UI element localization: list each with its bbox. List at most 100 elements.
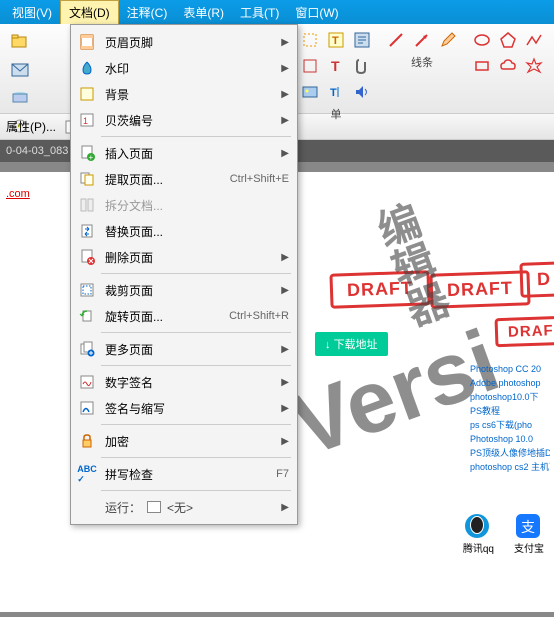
svg-text:1: 1 bbox=[83, 116, 88, 126]
chevron-right-icon: ▶ bbox=[281, 252, 289, 263]
svg-text:支: 支 bbox=[521, 519, 535, 535]
draft-stamp: DRAFT bbox=[329, 270, 430, 308]
note-icon[interactable] bbox=[350, 28, 374, 52]
page-link[interactable]: .com bbox=[6, 188, 30, 200]
menu-header-footer[interactable]: 页眉页脚▶ bbox=[71, 29, 297, 55]
sidebar-link-list: Photoshop CC 20 Adobe photoshop photosho… bbox=[470, 362, 550, 474]
tool-group-lines: 线条 bbox=[380, 28, 464, 109]
list-item[interactable]: ps cs6下载(pho bbox=[470, 418, 550, 432]
list-item[interactable]: Photoshop CC 20 bbox=[470, 362, 550, 376]
chevron-right-icon: ▶ bbox=[281, 37, 289, 48]
chevron-right-icon: ▶ bbox=[281, 285, 289, 296]
rect-icon[interactable] bbox=[470, 54, 494, 78]
extract-page-icon bbox=[77, 169, 97, 189]
group-label-lines: 线条 bbox=[411, 54, 433, 70]
background-icon bbox=[77, 84, 97, 104]
svg-text:T: T bbox=[330, 87, 337, 99]
chevron-right-icon: ▶ bbox=[281, 115, 289, 126]
ellipse-icon[interactable] bbox=[470, 28, 494, 52]
menu-document[interactable]: 文档(D) bbox=[60, 0, 119, 24]
menu-forms[interactable]: 表单(R) bbox=[175, 1, 232, 24]
menu-digital-signature[interactable]: 数字签名▶ bbox=[71, 369, 297, 395]
menu-background[interactable]: 背景▶ bbox=[71, 81, 297, 107]
header-footer-icon bbox=[77, 32, 97, 52]
typewriter-icon[interactable]: T bbox=[324, 80, 348, 104]
app-shortcut-alipay[interactable]: 支 支付宝 bbox=[514, 512, 544, 555]
text-icon[interactable]: T bbox=[324, 54, 348, 78]
more-pages-icon bbox=[77, 339, 97, 359]
group-label-form: 单 bbox=[331, 106, 342, 122]
menu-run-field[interactable]: 运行： <无> ▶ bbox=[71, 494, 297, 520]
list-item[interactable]: photoshop10.0下 bbox=[470, 390, 550, 404]
pencil-icon[interactable] bbox=[436, 28, 460, 52]
menu-sign-initials[interactable]: 签名与缩写▶ bbox=[71, 395, 297, 421]
digital-sign-icon bbox=[77, 372, 97, 392]
spellcheck-icon: ABC✓ bbox=[77, 464, 97, 484]
document-tab[interactable]: 0-04-03_083 bbox=[6, 145, 68, 157]
draft-stamp: D bbox=[519, 261, 554, 298]
watermark-icon bbox=[77, 58, 97, 78]
list-item[interactable]: PS顶级人像修地插DR bbox=[470, 446, 550, 460]
menu-separator bbox=[101, 490, 291, 491]
download-button[interactable]: ↓ 下载地址 bbox=[315, 332, 388, 356]
menu-more-pages[interactable]: 更多页面▶ bbox=[71, 336, 297, 362]
menu-separator bbox=[101, 273, 291, 274]
menu-separator bbox=[101, 332, 291, 333]
open-file-button[interactable] bbox=[6, 30, 34, 54]
chevron-right-icon: ▶ bbox=[281, 403, 289, 414]
chevron-right-icon: ▶ bbox=[281, 344, 289, 355]
draft-stamp: DRAF bbox=[495, 316, 554, 347]
tool-group-edit: T T T 单 bbox=[294, 28, 378, 109]
menu-annotate[interactable]: 注释(C) bbox=[119, 1, 176, 24]
list-item[interactable]: Adobe photoshop bbox=[470, 376, 550, 390]
menu-spellcheck[interactable]: ABC✓拼写检查F7 bbox=[71, 461, 297, 487]
list-item[interactable]: PS教程 bbox=[470, 404, 550, 418]
numbering-icon: 1 bbox=[77, 110, 97, 130]
image-icon[interactable] bbox=[298, 80, 322, 104]
menu-view[interactable]: 视图(V) bbox=[4, 1, 60, 24]
text-edit-icon[interactable]: T bbox=[324, 28, 348, 52]
sound-icon[interactable] bbox=[350, 80, 374, 104]
menu-crop-page[interactable]: 裁剪页面▶ bbox=[71, 277, 297, 303]
cloud-icon[interactable] bbox=[496, 54, 520, 78]
area-icon[interactable] bbox=[298, 54, 322, 78]
app-shortcut-qq[interactable]: 腾讯qq bbox=[463, 512, 494, 555]
list-item[interactable]: Photoshop 10.0 bbox=[470, 432, 550, 446]
tool-group-shapes bbox=[466, 28, 550, 109]
document-menu-dropdown: 页眉页脚▶ 水印▶ 背景▶ 1贝茨编号▶ +插入页面▶ 提取页面...Ctrl+… bbox=[70, 24, 298, 525]
menu-tools[interactable]: 工具(T) bbox=[232, 1, 287, 24]
svg-text:T: T bbox=[332, 35, 339, 47]
menu-separator bbox=[101, 457, 291, 458]
attach-icon[interactable] bbox=[350, 54, 374, 78]
menu-separator bbox=[101, 136, 291, 137]
menu-extract-page[interactable]: 提取页面...Ctrl+Shift+E bbox=[71, 166, 297, 192]
menu-bates-numbering[interactable]: 1贝茨编号▶ bbox=[71, 107, 297, 133]
arrow-icon[interactable] bbox=[410, 28, 434, 52]
line-icon[interactable] bbox=[384, 28, 408, 52]
svg-text:T: T bbox=[331, 58, 340, 74]
scanner-button[interactable] bbox=[6, 86, 34, 110]
chevron-right-icon: ▶ bbox=[281, 89, 289, 100]
menu-watermark[interactable]: 水印▶ bbox=[71, 55, 297, 81]
run-checkbox-icon bbox=[147, 501, 161, 513]
svg-text:+: + bbox=[89, 153, 94, 161]
chevron-right-icon: ▶ bbox=[281, 148, 289, 159]
chevron-right-icon: ▶ bbox=[281, 63, 289, 74]
polyline-icon[interactable] bbox=[522, 28, 546, 52]
list-item[interactable]: photoshop cs2 主机下 bbox=[470, 460, 550, 474]
properties-button[interactable]: 属性(P)... bbox=[6, 118, 56, 135]
burst-icon[interactable] bbox=[522, 54, 546, 78]
menu-delete-page[interactable]: 删除页面▶ bbox=[71, 244, 297, 270]
delete-page-icon bbox=[77, 247, 97, 267]
split-doc-icon bbox=[77, 195, 97, 215]
menu-encrypt[interactable]: 加密▶ bbox=[71, 428, 297, 454]
mail-button[interactable] bbox=[6, 58, 34, 82]
chevron-right-icon: ▶ bbox=[281, 502, 289, 513]
menu-split-document: 拆分文档... bbox=[71, 192, 297, 218]
menu-window[interactable]: 窗口(W) bbox=[287, 1, 346, 24]
highlight-icon[interactable] bbox=[298, 28, 322, 52]
pentagon-icon[interactable] bbox=[496, 28, 520, 52]
menu-rotate-page[interactable]: 旋转页面...Ctrl+Shift+R bbox=[71, 303, 297, 329]
menu-insert-page[interactable]: +插入页面▶ bbox=[71, 140, 297, 166]
menu-replace-page[interactable]: 替换页面... bbox=[71, 218, 297, 244]
